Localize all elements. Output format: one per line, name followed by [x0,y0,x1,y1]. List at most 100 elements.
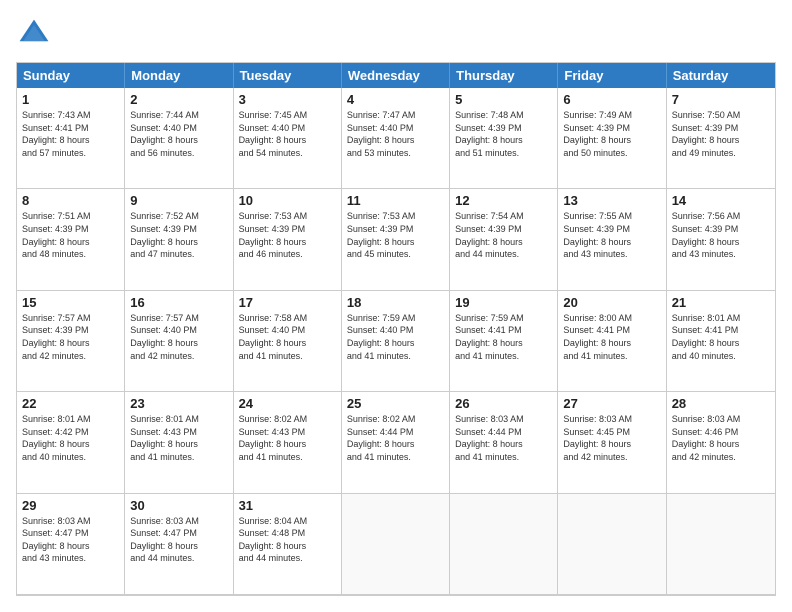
day-info: Sunrise: 7:44 AMSunset: 4:40 PMDaylight:… [130,109,227,159]
day-info: Sunrise: 7:45 AMSunset: 4:40 PMDaylight:… [239,109,336,159]
day-cell-13: 13Sunrise: 7:55 AMSunset: 4:39 PMDayligh… [558,189,666,290]
day-cell-30: 30 Sunrise: 8:03 AMSunset: 4:47 PMDayligh… [125,494,233,595]
day-number: 20 [563,295,660,310]
day-info: Sunrise: 7:54 AMSunset: 4:39 PMDaylight:… [455,210,552,260]
day-number: 4 [347,92,444,107]
day-info: Sunrise: 8:03 AMSunset: 4:47 PMDaylight:… [130,515,227,565]
day-number: 2 [130,92,227,107]
day-info: Sunrise: 7:52 AMSunset: 4:39 PMDaylight:… [130,210,227,260]
logo-icon [16,16,52,52]
day-cell-1: 1 Sunrise: 7:43 AMSunset: 4:41 PMDaylight… [17,88,125,189]
day-cell-11: 11 Sunrise: 7:53 AMSunset: 4:39 PMDayligh… [342,189,450,290]
day-header-sunday: Sunday [17,63,125,88]
day-header-saturday: Saturday [667,63,775,88]
day-cell-8: 8Sunrise: 7:51 AMSunset: 4:39 PMDaylight… [17,189,125,290]
day-cell-empty [450,494,558,595]
day-info: Sunrise: 8:03 AMSunset: 4:47 PMDaylight:… [22,515,119,565]
day-info: Sunrise: 7:50 AMSunset: 4:39 PMDaylight:… [672,109,770,159]
day-cell-25: 25 Sunrise: 8:02 AMSunset: 4:44 PMDayligh… [342,392,450,493]
day-header-wednesday: Wednesday [342,63,450,88]
day-number: 15 [22,295,119,310]
day-cell-15: 15 Sunrise: 7:57 AMSunset: 4:39 PMDayligh… [17,291,125,392]
day-header-thursday: Thursday [450,63,558,88]
day-info: Sunrise: 7:53 AMSunset: 4:39 PMDaylight:… [239,210,336,260]
day-cell-empty [667,494,775,595]
day-cell-18: 18 Sunrise: 7:59 AMSunset: 4:40 PMDayligh… [342,291,450,392]
day-number: 22 [22,396,119,411]
day-number: 28 [672,396,770,411]
day-number: 29 [22,498,119,513]
day-number: 5 [455,92,552,107]
day-number: 31 [239,498,336,513]
day-info: Sunrise: 7:57 AMSunset: 4:39 PMDaylight:… [22,312,119,362]
day-number: 19 [455,295,552,310]
day-cell-19: 19 Sunrise: 7:59 AMSunset: 4:41 PMDayligh… [450,291,558,392]
day-cell-empty [342,494,450,595]
day-info: Sunrise: 7:48 AMSunset: 4:39 PMDaylight:… [455,109,552,159]
day-info: Sunrise: 8:02 AMSunset: 4:44 PMDaylight:… [347,413,444,463]
day-info: Sunrise: 8:01 AMSunset: 4:41 PMDaylight:… [672,312,770,362]
day-info: Sunrise: 7:53 AMSunset: 4:39 PMDaylight:… [347,210,444,260]
day-info: Sunrise: 8:01 AMSunset: 4:42 PMDaylight:… [22,413,119,463]
day-cell-12: 12 Sunrise: 7:54 AMSunset: 4:39 PMDayligh… [450,189,558,290]
day-info: Sunrise: 8:03 AMSunset: 4:45 PMDaylight:… [563,413,660,463]
day-info: Sunrise: 7:57 AMSunset: 4:40 PMDaylight:… [130,312,227,362]
day-info: Sunrise: 7:43 AMSunset: 4:41 PMDaylight:… [22,109,119,159]
day-info: Sunrise: 7:59 AMSunset: 4:40 PMDaylight:… [347,312,444,362]
day-number: 23 [130,396,227,411]
calendar: SundayMondayTuesdayWednesdayThursdayFrid… [16,62,776,596]
calendar-body: 1 Sunrise: 7:43 AMSunset: 4:41 PMDaylight… [17,88,775,595]
day-number: 14 [672,193,770,208]
day-number: 21 [672,295,770,310]
page: SundayMondayTuesdayWednesdayThursdayFrid… [0,0,792,612]
day-number: 11 [347,193,444,208]
day-cell-6: 6 Sunrise: 7:49 AMSunset: 4:39 PMDaylight… [558,88,666,189]
day-cell-16: 16Sunrise: 7:57 AMSunset: 4:40 PMDayligh… [125,291,233,392]
header [16,16,776,52]
day-number: 18 [347,295,444,310]
day-number: 6 [563,92,660,107]
day-cell-9: 9Sunrise: 7:52 AMSunset: 4:39 PMDaylight… [125,189,233,290]
day-info: Sunrise: 7:49 AMSunset: 4:39 PMDaylight:… [563,109,660,159]
calendar-header: SundayMondayTuesdayWednesdayThursdayFrid… [17,63,775,88]
day-number: 26 [455,396,552,411]
day-cell-20: 20 Sunrise: 8:00 AMSunset: 4:41 PMDayligh… [558,291,666,392]
day-number: 12 [455,193,552,208]
day-info: Sunrise: 8:04 AMSunset: 4:48 PMDaylight:… [239,515,336,565]
day-header-monday: Monday [125,63,233,88]
day-cell-7: 7 Sunrise: 7:50 AMSunset: 4:39 PMDaylight… [667,88,775,189]
day-cell-empty [558,494,666,595]
day-info: Sunrise: 7:56 AMSunset: 4:39 PMDaylight:… [672,210,770,260]
day-cell-31: 31 Sunrise: 8:04 AMSunset: 4:48 PMDayligh… [234,494,342,595]
logo [16,16,56,52]
day-info: Sunrise: 7:47 AMSunset: 4:40 PMDaylight:… [347,109,444,159]
day-info: Sunrise: 8:03 AMSunset: 4:46 PMDaylight:… [672,413,770,463]
day-info: Sunrise: 8:00 AMSunset: 4:41 PMDaylight:… [563,312,660,362]
day-number: 25 [347,396,444,411]
day-number: 24 [239,396,336,411]
day-cell-14: 14 Sunrise: 7:56 AMSunset: 4:39 PMDayligh… [667,189,775,290]
day-cell-28: 28 Sunrise: 8:03 AMSunset: 4:46 PMDayligh… [667,392,775,493]
day-cell-24: 24 Sunrise: 8:02 AMSunset: 4:43 PMDayligh… [234,392,342,493]
day-info: Sunrise: 7:59 AMSunset: 4:41 PMDaylight:… [455,312,552,362]
day-cell-4: 4 Sunrise: 7:47 AMSunset: 4:40 PMDaylight… [342,88,450,189]
day-number: 30 [130,498,227,513]
day-info: Sunrise: 8:02 AMSunset: 4:43 PMDaylight:… [239,413,336,463]
day-info: Sunrise: 7:58 AMSunset: 4:40 PMDaylight:… [239,312,336,362]
day-header-friday: Friday [558,63,666,88]
day-cell-10: 10 Sunrise: 7:53 AMSunset: 4:39 PMDayligh… [234,189,342,290]
day-cell-22: 22 Sunrise: 8:01 AMSunset: 4:42 PMDayligh… [17,392,125,493]
day-number: 10 [239,193,336,208]
day-cell-2: 2 Sunrise: 7:44 AMSunset: 4:40 PMDaylight… [125,88,233,189]
day-info: Sunrise: 7:55 AMSunset: 4:39 PMDaylight:… [563,210,660,260]
day-number: 1 [22,92,119,107]
day-cell-26: 26Sunrise: 8:03 AMSunset: 4:44 PMDayligh… [450,392,558,493]
day-number: 8 [22,193,119,208]
day-cell-3: 3 Sunrise: 7:45 AMSunset: 4:40 PMDaylight… [234,88,342,189]
day-cell-29: 29 Sunrise: 8:03 AMSunset: 4:47 PMDayligh… [17,494,125,595]
day-header-tuesday: Tuesday [234,63,342,88]
day-number: 3 [239,92,336,107]
day-cell-27: 27Sunrise: 8:03 AMSunset: 4:45 PMDayligh… [558,392,666,493]
day-number: 17 [239,295,336,310]
day-number: 7 [672,92,770,107]
